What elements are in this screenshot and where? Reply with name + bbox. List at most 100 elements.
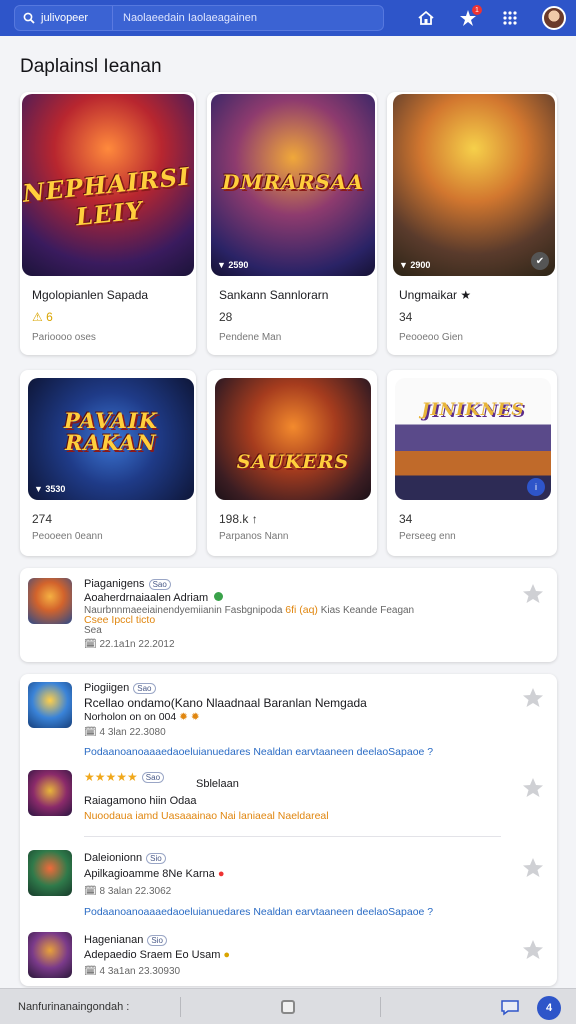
list-thumbnail: [28, 770, 72, 816]
list-panel: Piaganigens Sao Aoaherdrnaiaalen Adriam N…: [20, 568, 557, 662]
game-thumbnail: NEPHAIRSI LEIY: [22, 94, 194, 276]
game-logo: PAVAIK RAKAN: [63, 407, 159, 455]
home-icon[interactable]: [416, 8, 436, 28]
list-thumbnail: [28, 578, 72, 624]
list-subtitle: Aoaherdrnaiaalen Adriam: [84, 592, 209, 604]
game-thumbnail: PAVAIK RAKAN ▼ 3530: [28, 378, 194, 500]
game-tag: ▼ 2900: [399, 260, 431, 270]
game-count: 34: [399, 310, 413, 324]
list-subtitle: Rcellao ondamo(Kano Nlaadnaal Baranlan N…: [84, 696, 367, 710]
list-subtitle: Adepaedio Sraem Eo Usam: [84, 949, 221, 961]
list-tag: Sio: [146, 852, 166, 864]
chat-icon[interactable]: [500, 998, 520, 1016]
list-date: 🗓 22.1a1n 22.2012: [84, 639, 175, 650]
game-meta: Pendene Man: [219, 332, 282, 343]
list-title: Daleionionn: [84, 852, 143, 864]
list-desc: Norholon on on 004: [84, 711, 177, 723]
divider: [380, 997, 381, 1017]
top-bar: julivopeer Naolaeedain Iaolaeagainen 1: [0, 0, 576, 36]
game-name: Sankann Sannlorarn: [219, 288, 329, 302]
favorite-star-icon[interactable]: [521, 686, 545, 710]
game-tag: ▼ 3530: [34, 484, 66, 494]
check-icon[interactable]: ✔: [531, 252, 549, 270]
game-meta: Parpanos Nann: [219, 531, 289, 542]
list-date: 🗓 4 3lan 22.3080: [84, 727, 166, 738]
game-name: Mgolopianlen Sapada: [32, 288, 149, 302]
list-item[interactable]: Daleionionn Sio Apilkagioamme 8Ne Karna ●…: [20, 848, 557, 920]
square-icon[interactable]: [281, 1000, 295, 1014]
list-item[interactable]: Piaganigens Sao Aoaherdrnaiaalen Adriam N…: [20, 568, 557, 662]
compose-fab-button[interactable]: 4: [537, 996, 561, 1020]
list-panel: Piogiigen Sao Rcellao ondamo(Kano Nlaadna…: [20, 674, 557, 986]
favorite-star-icon[interactable]: [521, 856, 545, 880]
list-link[interactable]: Podaanoanoaaaedaoeluianuedares Nealdan e…: [84, 906, 433, 918]
favorite-star-icon[interactable]: [521, 582, 545, 606]
game-logo: SAUKERS: [236, 451, 350, 474]
game-thumbnail: ▼ 2900 ✔: [393, 94, 555, 276]
list-link[interactable]: Podaanoanoaaaedaoeluianuedares Nealdan e…: [84, 746, 433, 758]
list-title: Piogiigen: [84, 682, 130, 694]
bottom-bar: Nanfurinanaingondah : 4: [0, 988, 576, 1024]
list-item[interactable]: Piogiigen Sao Rcellao ondamo(Kano Nlaadna…: [20, 674, 557, 758]
list-title: Piaganigens: [84, 578, 145, 590]
list-date: 🗓 8 3alan 22.3062: [84, 886, 172, 897]
game-logo: JINIKNES: [421, 399, 525, 420]
rating-stars: ★★★★★: [84, 770, 138, 784]
list-title: Hagenianan: [84, 934, 144, 946]
list-desc-end: Kias Keande Feagan: [320, 605, 415, 616]
list-subtitle: Sblelaan: [196, 778, 239, 790]
list-thumbnail: [28, 932, 72, 978]
search-scope[interactable]: julivopeer: [15, 6, 113, 30]
info-icon[interactable]: i: [527, 478, 545, 496]
list-thumbnail: [28, 850, 72, 896]
game-card[interactable]: NEPHAIRSI LEIY Mgolopianlen Sapada ⚠ 6 P…: [20, 92, 196, 355]
favorite-star-icon[interactable]: [521, 938, 545, 962]
search-bar[interactable]: julivopeer Naolaeedain Iaolaeagainen: [14, 5, 384, 31]
list-item[interactable]: Hagenianan Sio Adepaedio Sraem Eo Usam ● …: [20, 932, 557, 982]
section-title: Daplainsl Ieanan: [20, 56, 162, 77]
list-thumbnail: [28, 682, 72, 728]
online-dot-icon: [214, 592, 224, 601]
list-link[interactable]: Nuoodaua iamd Uasaaainao Nai laniaeal Na…: [84, 810, 329, 822]
game-count: 274: [32, 512, 53, 526]
game-tag: ▼ 2590: [217, 260, 249, 270]
bottom-bar-label: Nanfurinanaingondah :: [18, 1000, 130, 1013]
game-logo: NEPHAIRSI LEIY: [22, 161, 192, 232]
list-subtitle: Apilkagioamme 8Ne Karna: [84, 868, 215, 880]
emoji-icon: ✹ ✹: [179, 711, 200, 723]
list-date: 🗓 4 3a1an 23.30930: [84, 966, 181, 977]
user-avatar[interactable]: [542, 6, 566, 30]
list-tag: Sao: [148, 578, 171, 590]
game-thumbnail: JINIKNES i: [395, 378, 551, 500]
game-meta: Peooeen 0eann: [32, 531, 103, 542]
apps-grid-icon[interactable]: [500, 8, 520, 28]
game-thumbnail: SAUKERS: [215, 378, 371, 500]
game-thumbnail: DMRARSAA ▼ 2590: [211, 94, 375, 276]
game-card[interactable]: PAVAIK RAKAN ▼ 3530 274 Peooeen 0eann: [20, 370, 196, 556]
game-card[interactable]: DMRARSAA ▼ 2590 Sankann Sannlorarn 28 Pe…: [207, 92, 377, 355]
list-desc: Raiagamono hiin Odaa: [84, 795, 197, 807]
game-count: 198.k ↑: [219, 512, 258, 526]
game-meta: Perseeg enn: [399, 531, 456, 542]
game-count: 34: [399, 512, 413, 526]
game-name: Ungmaikar ★: [399, 288, 472, 302]
notifications-icon[interactable]: 1: [458, 5, 482, 28]
notification-badge: 1: [472, 5, 482, 15]
game-card[interactable]: JINIKNES i 34 Perseeg enn: [387, 370, 557, 556]
list-tag: Sao: [133, 682, 156, 694]
game-card[interactable]: SAUKERS 198.k ↑ Parpanos Nann: [207, 370, 377, 556]
game-logo: DMRARSAA: [222, 170, 364, 195]
heart-icon: ●: [217, 868, 225, 880]
list-extra: Sea: [84, 625, 102, 636]
search-icon: [23, 12, 35, 24]
favorite-star-icon[interactable]: [521, 776, 545, 800]
search-scope-label: julivopeer: [41, 12, 89, 24]
list-tag: Sao: [141, 772, 165, 784]
search-input[interactable]: Naolaeedain Iaolaeagainen: [113, 12, 383, 24]
game-card[interactable]: ▼ 2900 ✔ Ungmaikar ★ 34 Peooeoo Gien: [387, 92, 557, 355]
list-item[interactable]: ★★★★★ Sao Sblelaan Raiagamono hiin Odaa N…: [20, 766, 557, 838]
emoji-icon: ●: [223, 949, 231, 961]
list-highlight: 6fi (aq): [285, 604, 318, 616]
game-meta: Parioooo oses: [32, 332, 96, 343]
game-count: 28: [219, 310, 233, 324]
